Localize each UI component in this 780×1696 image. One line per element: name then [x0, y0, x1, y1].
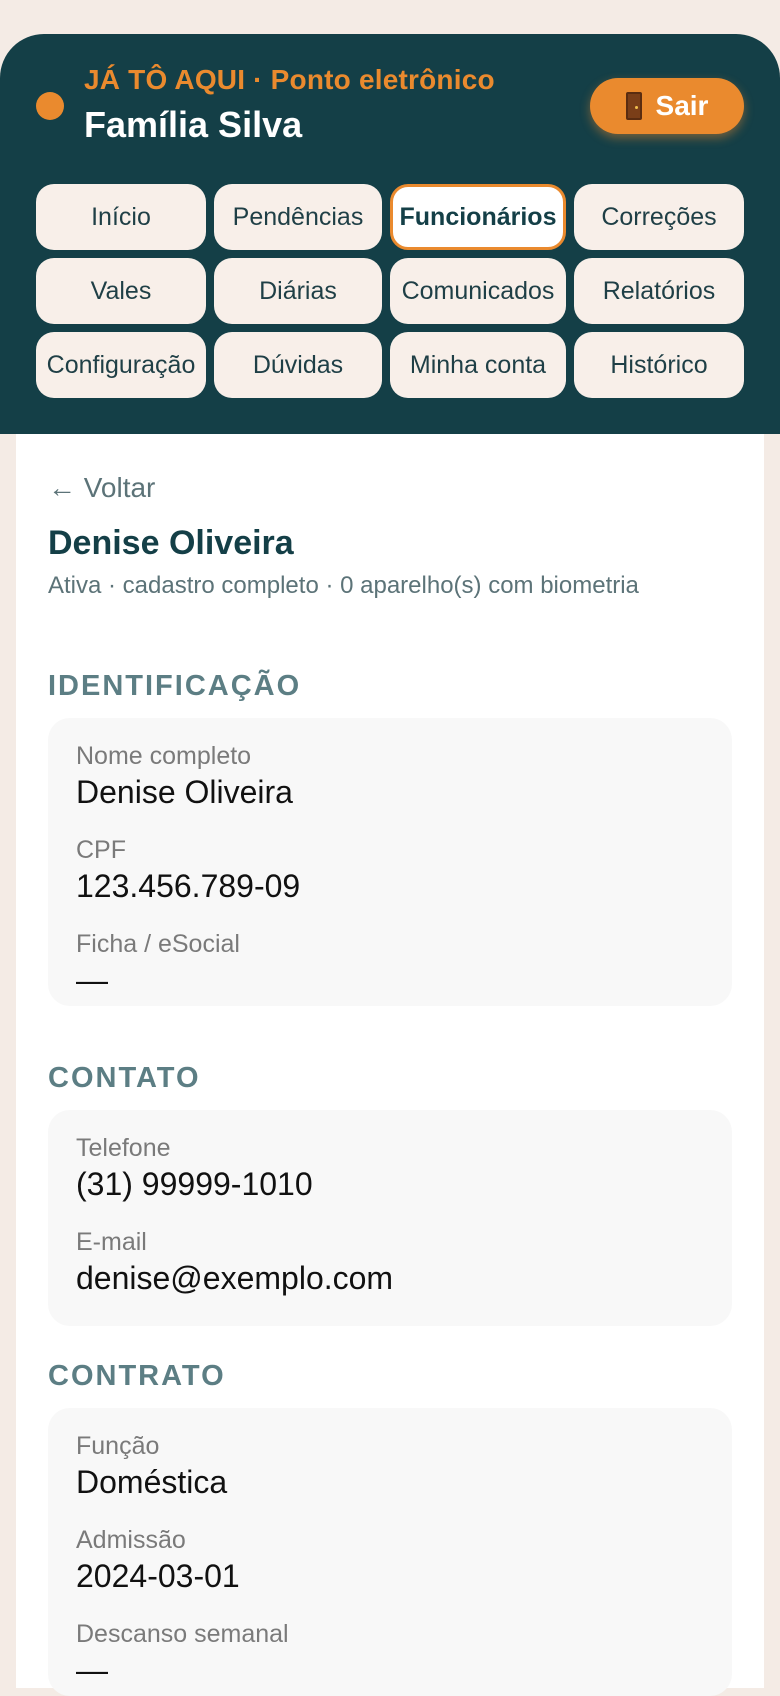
contact-card: Telefone (31) 99999-1010 E-mail denise@e… [48, 1110, 732, 1326]
app-header: JÁ TÔ AQUI · Ponto eletrônico Família Si… [0, 34, 780, 434]
contract-card: Função Doméstica Admissão 2024-03-01 Des… [48, 1408, 732, 1696]
email-label: E-mail [76, 1228, 147, 1256]
phone-label: Telefone [76, 1134, 171, 1162]
page-title: Denise Oliveira [48, 524, 294, 562]
cpf-label: CPF [76, 836, 126, 864]
nav-item-diarias[interactable]: Diárias [214, 258, 382, 324]
nav-item-funcionarios[interactable]: Funcionários [390, 184, 566, 250]
section-title-contrato: CONTRATO [48, 1360, 226, 1392]
phone-value: (31) 99999-1010 [76, 1166, 313, 1202]
role-label: Função [76, 1432, 160, 1460]
nav-item-vales[interactable]: Vales [36, 258, 206, 324]
full-name-label: Nome completo [76, 742, 252, 770]
logout-button[interactable]: Sair [590, 78, 744, 134]
employee-status: Ativa · cadastro completo · 0 aparelho(s… [48, 572, 639, 599]
family-name: Família Silva [84, 104, 303, 145]
section-title-contato: CONTATO [48, 1062, 201, 1094]
esocial-value: — [76, 962, 108, 998]
employee-detail: ← Voltar Denise Oliveira Ativa · cadastr… [16, 434, 764, 1696]
door-icon [625, 92, 642, 120]
app-screen: JÁ TÔ AQUI · Ponto eletrônico Família Si… [0, 34, 780, 1696]
role-value: Doméstica [76, 1464, 228, 1500]
full-name-value: Denise Oliveira [76, 774, 293, 810]
weekly-rest-value: — [76, 1652, 108, 1688]
nav-item-duvidas[interactable]: Dúvidas [214, 332, 382, 398]
weekly-rest-label: Descanso semanal [76, 1620, 289, 1648]
nav-item-correcoes[interactable]: Correções [574, 184, 744, 250]
nav-item-configuracao[interactable]: Configuração [36, 332, 206, 398]
back-link[interactable]: ← Voltar [48, 472, 155, 504]
status-dot [36, 92, 64, 120]
esocial-label: Ficha / eSocial [76, 930, 240, 958]
section-title-identificacao: IDENTIFICAÇÃO [48, 670, 302, 702]
nav-item-inicio[interactable]: Início [36, 184, 206, 250]
nav-item-comunicados[interactable]: Comunicados [390, 258, 566, 324]
nav-item-pendencias[interactable]: Pendências [214, 184, 382, 250]
logout-label: Sair [655, 90, 709, 121]
admission-value: 2024-03-01 [76, 1558, 240, 1594]
email-value: denise@exemplo.com [76, 1260, 394, 1296]
identification-card: Nome completo Denise Oliveira CPF 123.45… [48, 718, 732, 1006]
nav-item-relatorios[interactable]: Relatórios [574, 258, 744, 324]
admission-label: Admissão [76, 1526, 186, 1554]
app-brand: JÁ TÔ AQUI · Ponto eletrônico [84, 64, 495, 95]
main-nav: Início Pendências Funcionários Correções… [36, 184, 744, 398]
nav-item-historico[interactable]: Histórico [574, 332, 744, 398]
nav-item-minha-conta[interactable]: Minha conta [390, 332, 566, 398]
cpf-value: 123.456.789-09 [76, 868, 301, 904]
